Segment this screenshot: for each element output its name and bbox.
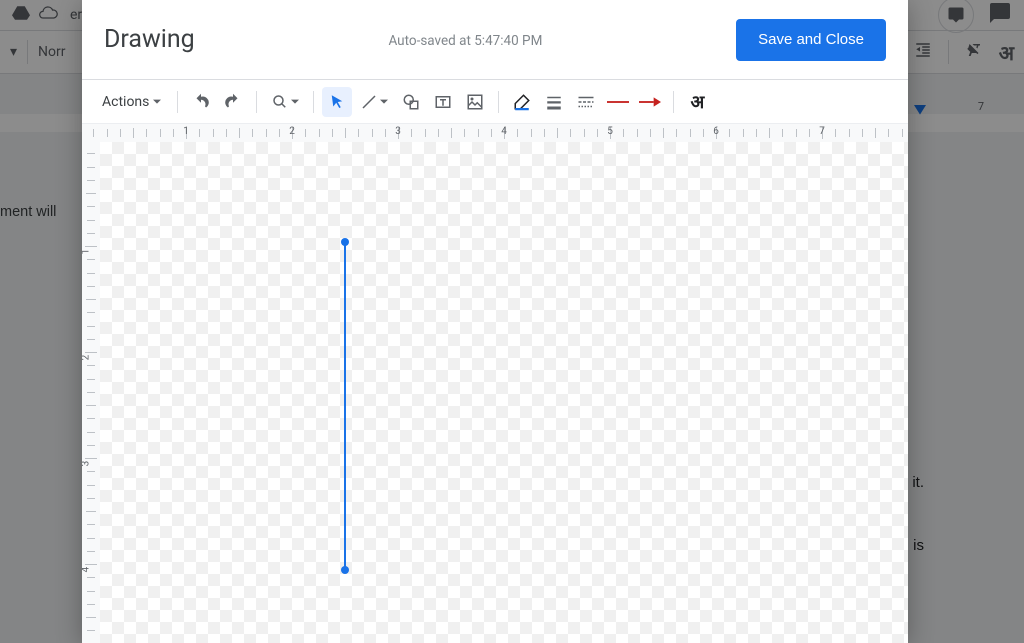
dialog-header: Drawing Auto-saved at 5:47:40 PM Save an… bbox=[82, 0, 908, 80]
line-start-button[interactable] bbox=[603, 87, 633, 117]
dialog-title: Drawing bbox=[104, 25, 195, 54]
drawing-toolbar: Actions bbox=[82, 80, 908, 124]
image-tool[interactable] bbox=[460, 87, 490, 117]
drawing-canvas[interactable] bbox=[100, 142, 908, 643]
hindi-glyph: अ bbox=[691, 90, 705, 114]
line-weight-button[interactable] bbox=[539, 87, 569, 117]
autosave-status: Auto-saved at 5:47:40 PM bbox=[388, 33, 542, 49]
actions-menu[interactable]: Actions bbox=[94, 89, 169, 115]
save-and-close-button[interactable]: Save and Close bbox=[736, 19, 886, 61]
divider bbox=[673, 91, 674, 113]
textbox-tool[interactable] bbox=[428, 87, 458, 117]
zoom-button[interactable] bbox=[265, 87, 305, 117]
canvas-area: 1234 bbox=[82, 142, 908, 643]
line-color-button[interactable] bbox=[507, 87, 537, 117]
drawing-dialog: Drawing Auto-saved at 5:47:40 PM Save an… bbox=[82, 0, 908, 643]
undo-button[interactable] bbox=[186, 87, 216, 117]
shape-tool[interactable] bbox=[396, 87, 426, 117]
line-end-button[interactable] bbox=[635, 87, 665, 117]
divider bbox=[313, 91, 314, 113]
divider bbox=[177, 91, 178, 113]
input-tools-button[interactable]: अ bbox=[682, 87, 712, 117]
select-tool[interactable] bbox=[322, 87, 352, 117]
divider bbox=[256, 91, 257, 113]
redo-button[interactable] bbox=[218, 87, 248, 117]
line-tool[interactable] bbox=[354, 87, 394, 117]
vertical-ruler: 1234 bbox=[82, 142, 100, 643]
horizontal-ruler: 1234567 bbox=[82, 124, 908, 142]
line-dash-button[interactable] bbox=[571, 87, 601, 117]
actions-label: Actions bbox=[102, 94, 149, 110]
line-handle-bottom[interactable] bbox=[341, 566, 349, 574]
line-handle-top[interactable] bbox=[341, 238, 349, 246]
line-shape[interactable] bbox=[344, 242, 346, 568]
divider bbox=[498, 91, 499, 113]
